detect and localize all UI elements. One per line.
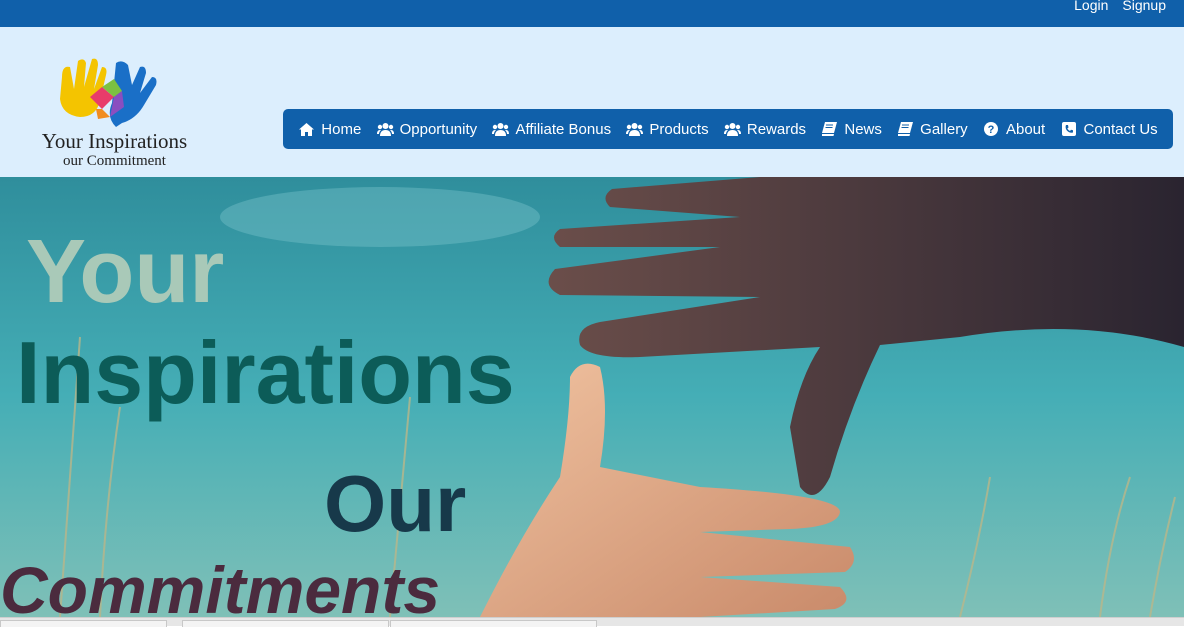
main-nav: Home Opportunity Affiliate Bonus Product… [283,109,1173,149]
nav-opportunity[interactable]: Opportunity [376,120,478,138]
nav-label: Affiliate Bonus [515,120,612,138]
auth-links: Login Signup [1074,0,1166,13]
phone-icon [1060,122,1077,137]
top-bar: Login Signup [0,0,1184,27]
nav-gallery[interactable]: Gallery [897,121,968,138]
bottom-tab [0,620,167,627]
svg-text:?: ? [988,124,995,136]
nav-affiliate-bonus[interactable]: Affiliate Bonus [492,121,611,138]
login-link[interactable]: Login [1074,0,1108,13]
home-icon [298,122,315,137]
nav-about[interactable]: ? About [983,121,1045,138]
nav-news[interactable]: News [821,121,882,138]
site-logo[interactable]: Your Inspirations our Commitment [32,57,197,177]
nav-label: Opportunity [399,120,478,138]
book-icon [821,122,838,137]
nav-contact-us[interactable]: Contact Us [1060,120,1158,138]
nav-label: Home [321,120,362,138]
nav-products[interactable]: Products [626,120,709,138]
nav-label: Products [649,120,709,138]
users-icon [723,122,741,137]
hero-line-inspirations: Inspirations [16,323,515,422]
nav-label: Rewards [746,120,807,138]
nav-label: Gallery [920,120,968,138]
users-icon [492,122,510,137]
nav-label: Contact Us [1083,120,1158,138]
bottom-tab [390,620,597,627]
logo-line-1: Your Inspirations [41,129,188,153]
header: Your Inspirations our Commitment Home Op… [0,27,1184,177]
hero-line-our: Our [324,459,467,548]
users-icon [626,122,644,137]
question-circle-icon: ? [983,122,1000,137]
nav-rewards[interactable]: Rewards [723,120,807,138]
logo-line-2: our Commitment [63,153,166,169]
hero-line-your: Your [26,222,225,322]
hero-line-commitments: Commitments [0,553,441,617]
nav-home[interactable]: Home [298,121,361,138]
hero-banner: Your Inspirations Our Commitments [0,177,1184,617]
nav-label: About [1005,120,1046,138]
bottom-tab [182,620,389,627]
signup-link[interactable]: Signup [1122,0,1166,13]
users-icon [376,122,394,137]
hands-logo-icon [60,58,157,127]
book-icon [897,122,914,137]
nav-label: News [844,120,882,138]
